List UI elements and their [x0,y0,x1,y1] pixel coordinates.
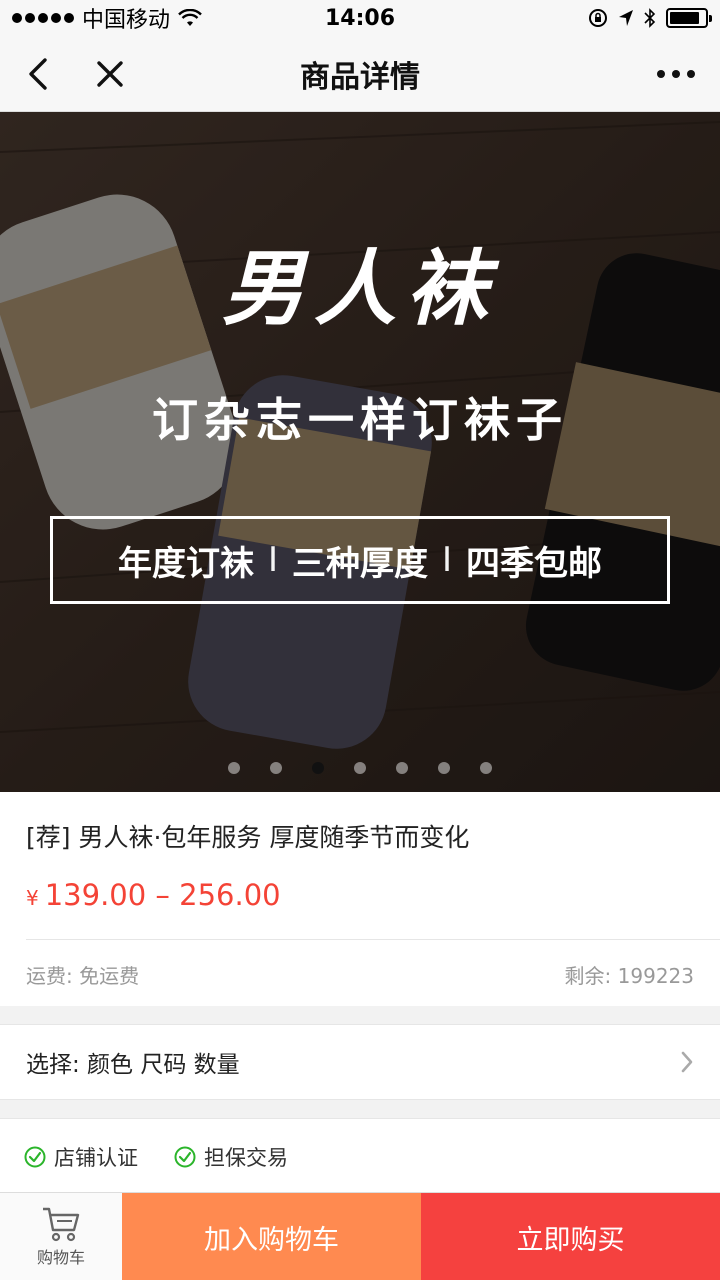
close-icon [97,60,123,87]
status-bar: 中国移动 14:06 [0,0,720,36]
bluetooth-icon [644,8,656,28]
shipping-fee: 运费: 免运费 [26,964,140,988]
navigation-bar: 商品详情 [0,36,720,112]
product-title: [荐] 男人袜·包年服务 厚度随季节而变化 [26,823,470,852]
status-left: 中国移动 [12,2,202,34]
close-button[interactable] [80,44,140,104]
carousel-dot[interactable] [480,762,492,774]
banner-separator: I [442,540,453,580]
banner-photo [0,112,720,792]
orientation-lock-icon [589,9,607,27]
bottom-action-bar: 购物车 加入购物车 立即购买 [0,1192,720,1280]
carousel-dot[interactable] [438,762,450,774]
trust-badges: 店铺认证 担保交易 [0,1118,720,1194]
carrier-label: 中国移动 [82,8,171,33]
badge-secured-trade: 担保交易 [174,1142,288,1172]
more-dots-icon [657,69,695,78]
stock-remaining: 剩余: 199223 [564,964,694,988]
carousel-pagination [0,762,720,774]
divider [26,939,720,940]
product-info-card: [荐] 男人袜·包年服务 厚度随季节而变化 ¥ 139.00 – 256.00 … [0,792,720,1006]
carousel-dot[interactable] [228,762,240,774]
chevron-left-icon [29,57,47,90]
currency-symbol: ¥ [26,886,39,910]
banner-feature: 三种厚度 [292,543,428,584]
cart-button[interactable]: 购物车 [0,1193,122,1280]
carousel-dot[interactable] [312,762,324,774]
cart-label: 购物车 [36,1248,85,1267]
battery-icon [666,8,712,28]
carousel-dot[interactable] [396,762,408,774]
spec-select-label: 选择: 颜色 尺码 数量 [26,1052,240,1078]
check-circle-icon [24,1146,46,1167]
banner-feature: 四季包邮 [466,543,603,584]
banner-feature: 年度订袜 [117,543,254,584]
add-to-cart-button[interactable]: 加入购物车 [122,1193,421,1280]
wifi-icon [178,9,202,26]
back-button[interactable] [8,44,68,104]
location-icon [619,10,633,26]
shopping-cart-icon [43,1207,80,1242]
badge-label: 担保交易 [204,1145,288,1170]
product-price: ¥ 139.00 – 256.00 [26,878,281,912]
check-circle-icon [174,1146,196,1167]
banner-feature-box: 年度订袜 I 三种厚度 I 四季包邮 [50,516,670,604]
badge-store-certified: 店铺认证 [24,1142,138,1172]
buy-now-button[interactable]: 立即购买 [421,1193,720,1280]
banner-subtitle: 订杂志一样订袜子 [152,393,568,447]
banner-brand-text: 男人袜 [222,241,498,337]
price-range: 139.00 – 256.00 [44,878,281,912]
badge-label: 店铺认证 [54,1145,138,1170]
banner-separator: I [267,540,278,580]
more-button[interactable] [646,44,706,104]
carousel-dot[interactable] [270,762,282,774]
battery-fill [670,12,699,24]
spec-select-row[interactable]: 选择: 颜色 尺码 数量 [0,1024,720,1100]
chevron-right-icon [681,1051,693,1073]
carousel-dot[interactable] [354,762,366,774]
signal-strength-icon [12,13,74,23]
product-image-carousel[interactable]: 男人袜 订杂志一样订袜子 年度订袜 I 三种厚度 I 四季包邮 [0,112,720,792]
status-right [588,8,712,28]
